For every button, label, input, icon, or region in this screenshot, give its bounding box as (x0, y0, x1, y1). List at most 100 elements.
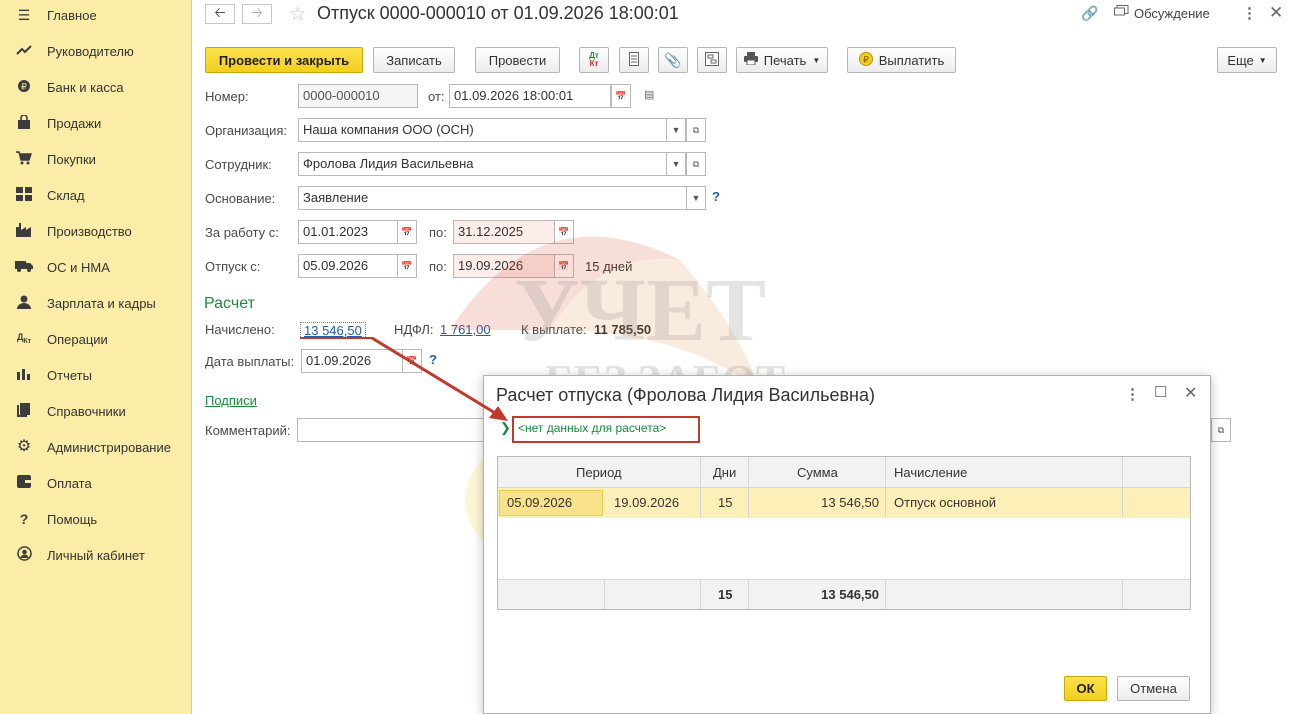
column-header-period[interactable]: Период (576, 465, 622, 480)
expand-chevron-icon[interactable]: ❯ (500, 420, 511, 436)
employee-dropdown[interactable]: ▼ (666, 152, 686, 176)
work-to-field[interactable]: 31.12.2025 (453, 220, 555, 244)
truck-icon (14, 259, 34, 275)
sidebar-item-salary[interactable]: Зарплата и кадры (0, 285, 192, 321)
star-icon[interactable]: ☆ (289, 3, 306, 26)
basis-dropdown[interactable]: ▼ (686, 186, 706, 210)
cell-days[interactable]: 15 (718, 495, 732, 510)
sidebar-item-sales[interactable]: Продажи (0, 105, 192, 141)
sidebar-item-operations[interactable]: ДКт Операции (0, 321, 192, 357)
payout-label: К выплате: (521, 322, 587, 337)
cell-period-from[interactable]: 05.09.2026 (507, 495, 572, 510)
date-calendar-button[interactable]: 📅 (611, 84, 631, 108)
column-header-accrual[interactable]: Начисление (894, 465, 967, 480)
signatures-link[interactable]: Подписи (205, 393, 257, 408)
trend-icon (14, 43, 34, 59)
no-data-link[interactable]: <нет данных для расчета> (518, 421, 666, 435)
dt-kt-icon: ДКт (16, 331, 32, 345)
sidebar-item-manager[interactable]: Руководителю (0, 33, 192, 69)
print-button[interactable]: Печать ▼ (736, 47, 828, 73)
vacation-to-field[interactable]: 19.09.2026 (453, 254, 555, 278)
sidebar-item-help[interactable]: ? Помощь (0, 501, 192, 537)
sidebar-item-production[interactable]: Производство (0, 213, 192, 249)
note-icon[interactable]: ▤ (644, 88, 654, 101)
cell-amount[interactable]: 13 546,50 (821, 495, 879, 510)
sidebar-item-purchases[interactable]: Покупки (0, 141, 192, 177)
date-label: от: (428, 89, 445, 104)
sidebar-item-account[interactable]: Личный кабинет (0, 537, 192, 573)
post-and-close-button[interactable]: Провести и закрыть (205, 47, 363, 73)
bar-chart-icon (14, 367, 34, 383)
forward-button[interactable]: 🡢 (242, 4, 272, 24)
post-button[interactable]: Провести (475, 47, 560, 73)
work-to-label: по: (429, 225, 447, 240)
page-title: Отпуск 0000-000010 от 01.09.2026 18:00:0… (317, 3, 679, 23)
pay-date-calendar-button[interactable]: 📅 (402, 349, 422, 373)
sidebar-item-label: Главное (47, 7, 97, 23)
calendar-icon: 📅 (401, 226, 413, 237)
employee-field[interactable]: Фролова Лидия Васильевна (298, 152, 668, 176)
sidebar-item-warehouse[interactable]: Склад (0, 177, 192, 213)
list-button[interactable] (619, 47, 649, 73)
chevron-down-icon: ▼ (671, 159, 681, 169)
sidebar-item-payment[interactable]: Оплата (0, 465, 192, 501)
sidebar-item-label: Зарплата и кадры (47, 295, 156, 311)
back-button[interactable]: 🡠 (205, 4, 235, 24)
column-header-days[interactable]: Дни (713, 465, 736, 480)
attach-button[interactable]: 📎 (658, 47, 688, 73)
vacation-calculation-dialog: Расчет отпуска (Фролова Лидия Васильевна… (483, 375, 1211, 714)
vacation-from-calendar-button[interactable]: 📅 (397, 254, 417, 278)
comment-open-button[interactable]: ⧉ (1211, 418, 1231, 442)
sidebar-item-main[interactable]: ☰ Главное (0, 0, 192, 33)
pay-date-help-icon[interactable]: ? (429, 352, 437, 367)
cancel-button[interactable]: Отмена (1117, 676, 1190, 701)
sidebar-item-references[interactable]: Справочники (0, 393, 192, 429)
wallet-icon (14, 475, 34, 491)
sidebar-item-reports[interactable]: Отчеты (0, 357, 192, 393)
pay-button[interactable]: ₽ Выплатить (847, 47, 956, 73)
work-from-field[interactable]: 01.01.2023 (298, 220, 398, 244)
sidebar-item-label: Отчеты (47, 367, 92, 383)
sidebar-item-label: Производство (47, 223, 132, 239)
cell-accrual[interactable]: Отпуск основной (894, 495, 996, 510)
organization-label: Организация: (205, 123, 288, 138)
basis-help-icon[interactable]: ? (712, 189, 720, 204)
more-vert-icon[interactable]: ⋮ (1125, 385, 1140, 403)
employee-label: Сотрудник: (205, 157, 272, 172)
more-vert-icon[interactable]: ⋮ (1242, 4, 1257, 22)
sidebar-item-admin[interactable]: ⚙ Администрирование (0, 429, 192, 465)
close-icon[interactable]: ✕ (1269, 3, 1283, 23)
sidebar-item-bank[interactable]: ₽ Банк и касса (0, 69, 192, 105)
date-field[interactable]: 01.09.2026 18:00:01 (449, 84, 611, 108)
maximize-icon[interactable]: ☐ (1154, 383, 1167, 401)
number-field[interactable]: 0000-000010 (298, 84, 418, 108)
link-icon[interactable]: 🔗 (1081, 5, 1098, 22)
vacation-from-field[interactable]: 05.09.2026 (298, 254, 398, 278)
save-button[interactable]: Записать (373, 47, 455, 73)
organization-open-button[interactable]: ⧉ (686, 118, 706, 142)
close-icon[interactable]: ✕ (1184, 383, 1197, 403)
dt-kt-button[interactable]: Дт Кт (579, 47, 609, 73)
pay-date-field[interactable]: 01.09.2026 (301, 349, 403, 373)
more-button[interactable]: Еще ▼ (1217, 47, 1277, 73)
cell-period-to[interactable]: 19.09.2026 (614, 495, 679, 510)
vacation-to-calendar-button[interactable]: 📅 (554, 254, 574, 278)
structure-button[interactable] (697, 47, 727, 73)
basis-field[interactable]: Заявление (298, 186, 688, 210)
sidebar-item-label: Помощь (47, 511, 98, 527)
sidebar-item-assets[interactable]: ОС и НМА (0, 249, 192, 285)
sidebar-item-label: Справочники (47, 403, 126, 419)
column-header-amount[interactable]: Сумма (797, 465, 838, 480)
accrued-link[interactable]: 13 546,50 (300, 322, 366, 339)
organization-field[interactable]: Наша компания ООО (ОСН) (298, 118, 668, 142)
question-icon: ? (19, 511, 29, 527)
ndfl-link[interactable]: 1 761,00 (440, 322, 491, 337)
organization-dropdown[interactable]: ▼ (666, 118, 686, 142)
sidebar-item-label: ОС и НМА (47, 259, 110, 275)
discussion-button[interactable]: Обсуждение (1114, 5, 1210, 21)
ok-button[interactable]: ОК (1064, 676, 1107, 701)
employee-open-button[interactable]: ⧉ (686, 152, 706, 176)
work-from-calendar-button[interactable]: 📅 (397, 220, 417, 244)
work-to-calendar-button[interactable]: 📅 (554, 220, 574, 244)
basis-label: Основание: (205, 191, 276, 206)
